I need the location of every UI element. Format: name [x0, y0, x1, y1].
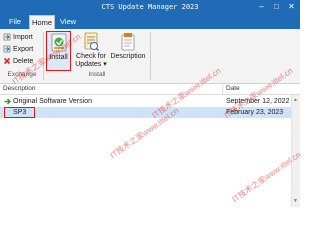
- maximize-button[interactable]: □: [270, 1, 283, 13]
- description-icon: [121, 33, 135, 51]
- close-button[interactable]: ✕: [285, 1, 298, 13]
- ribbon-separator: [150, 32, 151, 80]
- group-label-install: Install: [88, 71, 106, 78]
- column-header-description[interactable]: Description: [3, 85, 36, 92]
- tab-view[interactable]: View: [57, 15, 79, 29]
- tab-home[interactable]: Home: [29, 15, 55, 29]
- description-label: Description: [110, 53, 146, 60]
- scroll-down-icon[interactable]: ▼: [291, 197, 300, 206]
- check-updates-icon: [84, 32, 99, 51]
- green-arrow-right-icon: [4, 98, 11, 107]
- import-button[interactable]: Import: [3, 32, 33, 43]
- export-label: Export: [13, 46, 34, 53]
- column-header-date[interactable]: Date: [226, 85, 240, 92]
- highlight-box: [4, 107, 35, 118]
- column-divider[interactable]: [222, 85, 223, 94]
- import-icon: [3, 33, 11, 41]
- import-label: Import: [13, 34, 33, 41]
- export-button[interactable]: Export: [3, 44, 33, 55]
- chevron-down-icon: ▾: [103, 61, 107, 68]
- window-title: CTS Update Manager 2023: [101, 3, 199, 11]
- check-for-updates-label: Check for Updates: [75, 53, 106, 68]
- row-description: Original Software Version: [13, 98, 92, 105]
- export-icon: [3, 45, 11, 53]
- scroll-up-icon[interactable]: ▲: [291, 96, 300, 105]
- delete-icon: [3, 57, 11, 65]
- menu-file[interactable]: File: [4, 15, 26, 29]
- description-button[interactable]: Description: [109, 31, 147, 71]
- minimize-button[interactable]: –: [255, 1, 268, 13]
